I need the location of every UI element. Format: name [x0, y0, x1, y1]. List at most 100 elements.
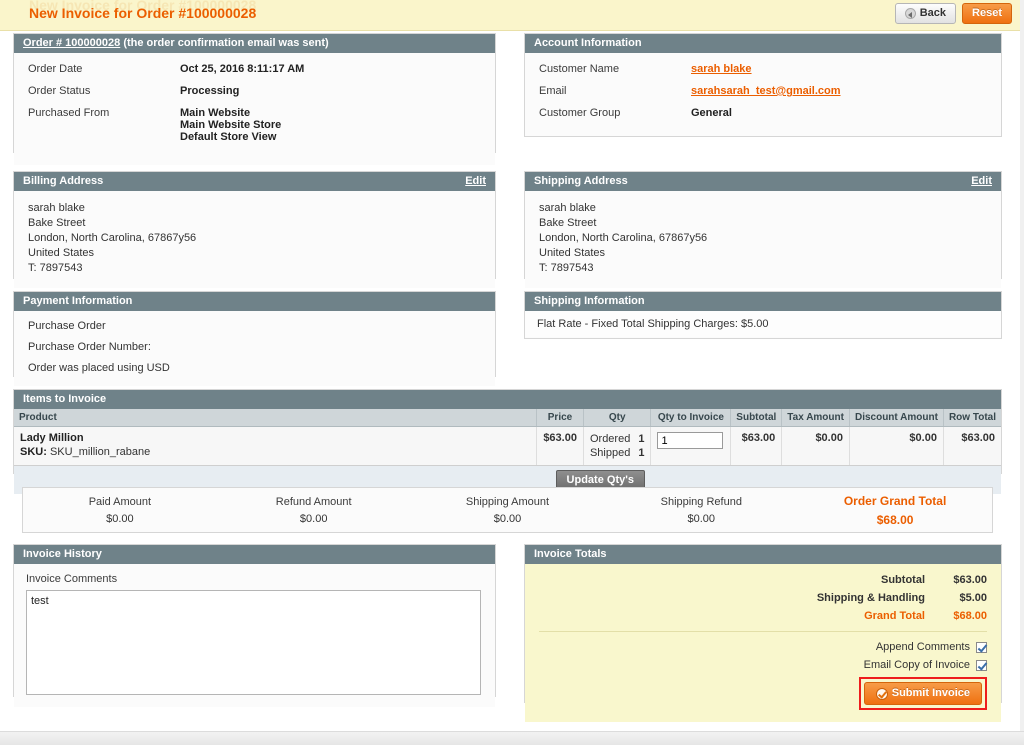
- payment-info-body: Purchase Order Purchase Order Number: Or…: [14, 311, 495, 386]
- totals-grand-row: Grand Total $68.00: [539, 610, 987, 622]
- col-row-total: Row Total: [943, 409, 1001, 427]
- totals-divider: [539, 631, 987, 632]
- back-button[interactable]: Back: [894, 3, 957, 24]
- shipping-line-phone: T: 7897543: [539, 262, 594, 274]
- account-info-title: Account Information: [534, 37, 642, 49]
- order-status-row: Order Status Processing: [28, 85, 481, 97]
- shipping-refund-label: Shipping Refund: [660, 495, 742, 508]
- shipping-method: Flat Rate - Fixed Total Shipping Charges…: [525, 311, 1001, 337]
- invoice-history-panel: Invoice History Invoice Comments: [13, 544, 496, 707]
- totals-subtotal-row: Subtotal $63.00: [539, 574, 987, 586]
- page-title: New Invoice for Order #100000028: [29, 5, 257, 21]
- circle-check-icon: [875, 687, 888, 700]
- col-discount-amount: Discount Amount: [849, 409, 944, 427]
- paid-amount-value: $0.00: [106, 512, 134, 525]
- invoice-totals-title: Invoice Totals: [534, 548, 607, 560]
- payment-info-header: Payment Information: [14, 292, 495, 311]
- billing-line-phone: T: 7897543: [28, 262, 83, 274]
- order-date-row: Order Date Oct 25, 2016 8:11:17 AM: [28, 63, 481, 75]
- totals-grand-value: $68.00: [953, 610, 987, 622]
- qty-shipped-value: 1: [638, 447, 645, 459]
- store-group: Main Website Store: [180, 119, 282, 131]
- product-name: Lady Million: [20, 432, 84, 444]
- page-scrollbar[interactable]: [1020, 0, 1024, 731]
- invoice-comments-textarea[interactable]: [26, 590, 481, 695]
- items-to-invoice-header: Items to Invoice: [14, 390, 1001, 409]
- payment-info-panel: Payment Information Purchase Order Purch…: [13, 291, 496, 386]
- purchased-from-label: Purchased From: [28, 107, 110, 119]
- shipping-info-panel: Shipping Information Flat Rate - Fixed T…: [524, 291, 1002, 339]
- billing-address-edit-link[interactable]: Edit: [465, 176, 486, 187]
- reset-button[interactable]: Reset: [962, 3, 1012, 24]
- customer-group-row: Customer Group General: [539, 107, 987, 119]
- invoice-totals-header: Invoice Totals: [525, 545, 1001, 564]
- items-to-invoice-title: Items to Invoice: [23, 393, 107, 405]
- billing-line-city: London, North Carolina, 67867y56: [28, 232, 197, 244]
- items-table-body: Lady Million SKU: SKU_million_rabane $63…: [14, 426, 1001, 494]
- submit-invoice-label: Submit Invoice: [891, 687, 970, 699]
- billing-line-country: United States: [28, 247, 95, 259]
- customer-email-row: Email sarahsarah_test@gmail.com: [539, 85, 987, 97]
- qty-to-invoice-input[interactable]: [657, 432, 724, 449]
- shipping-amount-cell: Shipping Amount $0.00: [411, 496, 605, 525]
- order-info-header: Order # 100000028 (the order confirmatio…: [14, 34, 495, 53]
- totals-rows: Subtotal $63.00 Shipping & Handling $5.0…: [539, 574, 987, 622]
- email-copy-checkbox[interactable]: [976, 659, 987, 671]
- account-info-header: Account Information: [525, 34, 1001, 53]
- email-copy-row[interactable]: Email Copy of Invoice: [539, 659, 987, 671]
- shipping-amount-label: Shipping Amount: [465, 495, 550, 508]
- shipping-address-body: sarah blake Bake Street London, North Ca…: [525, 191, 1001, 288]
- cell-row-total: $63.00: [943, 426, 1001, 466]
- billing-address-body: sarah blake Bake Street London, North Ca…: [14, 191, 495, 288]
- refund-amount-cell: Refund Amount $0.00: [217, 496, 411, 525]
- order-number-link[interactable]: Order # 100000028: [23, 37, 120, 49]
- submit-invoice-button[interactable]: Submit Invoice: [863, 682, 982, 705]
- items-table-head: Product Price Qty Qty to Invoice Subtota…: [14, 409, 1001, 427]
- shipping-line-name: sarah blake: [539, 202, 596, 214]
- refund-amount-label: Refund Amount: [275, 495, 352, 508]
- qty-ordered-row: Ordered 1: [590, 432, 645, 446]
- cell-subtotal: $63.00: [730, 426, 783, 466]
- customer-email-label: Email: [539, 85, 567, 97]
- totals-shipping-value: $5.00: [959, 592, 987, 604]
- shipping-line-country: United States: [539, 247, 606, 259]
- shipping-info-header: Shipping Information: [525, 292, 1001, 311]
- sku-label: SKU:: [20, 446, 47, 458]
- items-table-header-row: Product Price Qty Qty to Invoice Subtota…: [14, 409, 1001, 427]
- order-grand-total-value: $68.00: [876, 512, 914, 527]
- billing-line-name: sarah blake: [28, 202, 85, 214]
- append-comments-label: Append Comments: [875, 641, 970, 653]
- customer-name-label: Customer Name: [539, 63, 620, 75]
- submit-area: Submit Invoice: [539, 677, 987, 710]
- shipping-address-title: Shipping Address: [534, 175, 628, 187]
- account-info-panel: Account Information Customer Name sarah …: [524, 33, 1002, 137]
- col-product: Product: [14, 409, 538, 427]
- cell-qty-to-invoice: [650, 426, 732, 466]
- totals-grand-label: Grand Total: [864, 610, 925, 622]
- invoice-history-header: Invoice History: [14, 545, 495, 564]
- shipping-line-city: London, North Carolina, 67867y56: [539, 232, 708, 244]
- cell-price: $63.00: [536, 426, 584, 466]
- invoice-totals-body: Subtotal $63.00 Shipping & Handling $5.0…: [525, 564, 1001, 722]
- billing-address-header: Billing Address Edit: [14, 172, 495, 191]
- store-website: Main Website: [180, 107, 251, 119]
- customer-email-link[interactable]: sarahsarah_test@gmail.com: [691, 85, 841, 97]
- amounts-summary: Paid Amount $0.00 Refund Amount $0.00 Sh…: [22, 487, 993, 533]
- items-table: Product Price Qty Qty to Invoice Subtota…: [14, 409, 1001, 494]
- billing-address-title: Billing Address: [23, 175, 104, 187]
- order-status-label: Order Status: [28, 85, 91, 97]
- qty-ordered-label: Ordered: [589, 433, 631, 445]
- customer-name-link[interactable]: sarah blake: [691, 63, 752, 75]
- order-confirmation-note: (the order confirmation email was sent): [123, 37, 329, 49]
- paid-amount-label: Paid Amount: [88, 495, 152, 508]
- invoice-totals-panel: Invoice Totals Subtotal $63.00 Shipping …: [524, 544, 1002, 722]
- shipping-info-title: Shipping Information: [534, 295, 645, 307]
- invoice-page: New Invoice for Order #100000028 New Inv…: [0, 0, 1024, 745]
- append-comments-row[interactable]: Append Comments: [539, 641, 987, 653]
- back-arrow-icon: [904, 8, 916, 19]
- purchased-from-value: Main Website Main Website Store Default …: [180, 107, 281, 143]
- back-button-label: Back: [919, 7, 947, 19]
- purchase-order-number: Purchase Order Number:: [28, 341, 151, 353]
- shipping-address-edit-link[interactable]: Edit: [971, 176, 992, 187]
- append-comments-checkbox[interactable]: [976, 641, 987, 653]
